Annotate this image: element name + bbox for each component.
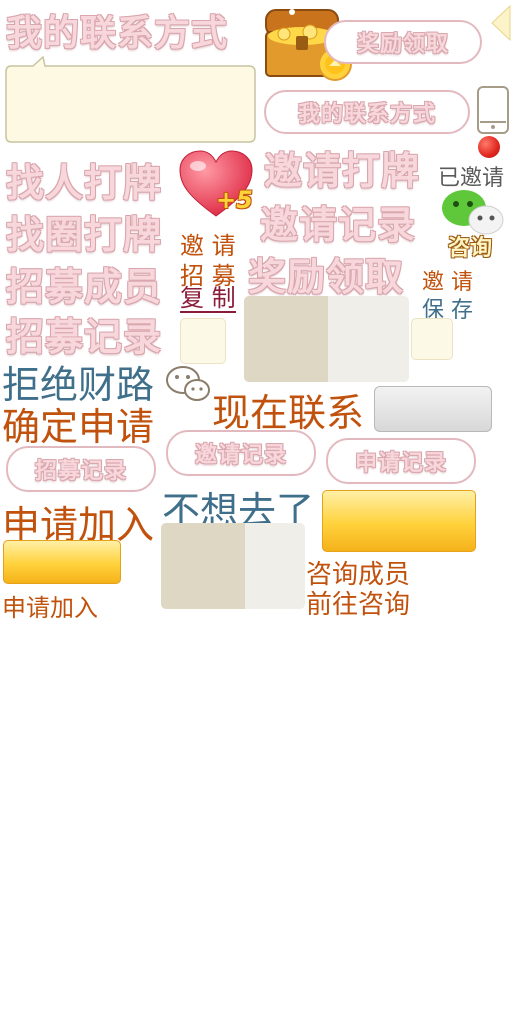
reward-claim-label: 奖励领取 — [356, 32, 449, 57]
invite-record-button[interactable]: 邀请记录 — [166, 430, 316, 476]
reward-claim-button[interactable]: 奖励领取 — [324, 20, 482, 64]
gold-button-small[interactable] — [3, 540, 121, 584]
recruit-record-button-label: 招募记录 — [34, 459, 127, 484]
back-arrow-icon[interactable] — [490, 4, 512, 42]
chat-bubbles-icon — [164, 364, 212, 404]
speech-bubble-box — [5, 55, 256, 144]
invite-record-button-label: 邀请记录 — [194, 443, 287, 468]
cream-square-2 — [411, 318, 453, 360]
phone-icon — [476, 86, 510, 134]
recruit-member-title: 招募成员 — [6, 265, 163, 309]
grey-button[interactable] — [374, 386, 492, 432]
find-people-title: 找人打牌 — [6, 161, 163, 205]
reward-claim-title: 奖励领取 — [248, 255, 405, 299]
confirm-apply-label: 确定申请 — [2, 405, 155, 449]
cream-square-1 — [180, 318, 226, 364]
gold-button-large[interactable] — [322, 490, 476, 552]
invite-record-title: 邀请记录 — [260, 203, 417, 247]
copy-link[interactable]: 复 制 — [180, 285, 236, 314]
plus-five-label: +5 — [216, 186, 253, 214]
recruit-record-title: 招募记录 — [6, 315, 163, 359]
apply-record-button[interactable]: 申请记录 — [326, 438, 476, 484]
recruit-record-button[interactable]: 招募记录 — [6, 446, 156, 492]
heart-plus-icon: +5 — [178, 150, 258, 222]
split-panel-1 — [244, 296, 409, 382]
my-contact-button-label: 我的联系方式 — [297, 102, 436, 127]
apply-join-small-label: 申请加入 — [2, 594, 98, 622]
red-dot-icon — [478, 136, 500, 158]
invite-play-title: 邀请打牌 — [264, 149, 421, 193]
consult-label: 咨询 — [448, 236, 493, 261]
go-consult-label: 前往咨询 — [306, 590, 411, 620]
apply-record-button-label: 申请记录 — [354, 451, 447, 476]
split-panel-2 — [161, 523, 305, 609]
find-circle-title: 找圈打牌 — [6, 213, 163, 257]
contact-now-label: 现在联系 — [212, 391, 365, 435]
my-contact-button[interactable]: 我的联系方式 — [264, 90, 470, 134]
my-contact-title: 我的联系方式 — [6, 13, 229, 54]
